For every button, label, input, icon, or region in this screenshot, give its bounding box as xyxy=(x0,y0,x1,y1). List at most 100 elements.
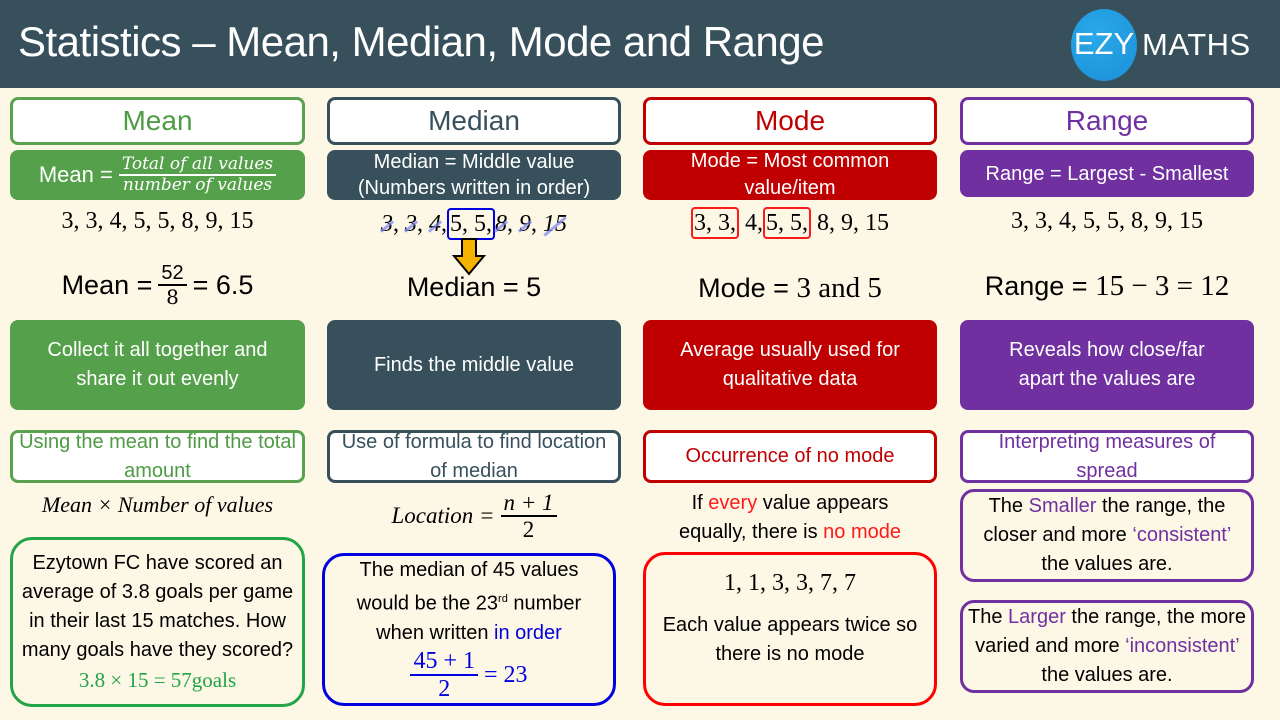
median-example-line1: The median of 45 values xyxy=(359,559,579,582)
down-arrow-icon xyxy=(452,238,486,276)
median-example-line2: would be the 23rd number xyxy=(357,585,581,619)
range-smaller-part: The xyxy=(988,495,1029,517)
range-smaller-text: The Smaller the range, the closer and mo… xyxy=(967,492,1247,579)
median-result: Median = 5 xyxy=(327,272,621,303)
range-heading: Range xyxy=(960,97,1254,145)
mean-result: Mean = 52 8 = 6.5 xyxy=(10,262,305,308)
mode-data-end: 8, 9, 15 xyxy=(811,210,889,236)
median-example-fraction: 45 + 1 2 xyxy=(410,648,478,703)
range-larger-keyword: Larger xyxy=(1008,606,1066,628)
median-data-list: 3, 3, 4, 5, 5, 8, 9, 15 xyxy=(327,208,621,240)
range-description: Reveals how close/far apart the values a… xyxy=(960,320,1254,410)
mode-subheading: Occurrence of no mode xyxy=(643,430,937,483)
range-smaller-part: the values are. xyxy=(1041,553,1173,575)
median-formula-denominator: 2 xyxy=(522,517,535,543)
mode-result-label: Mode = xyxy=(698,273,789,303)
header-bar: Statistics – Mean, Median, Mode and Rang… xyxy=(0,0,1280,88)
median-example-result: = 23 xyxy=(484,661,528,688)
median-value-crossed: 4 xyxy=(429,211,441,237)
median-example-card: The median of 45 values would be the 23r… xyxy=(322,553,616,706)
range-larger-part: the values are. xyxy=(1041,664,1173,686)
mode-highlight-box: 3, 3, xyxy=(691,207,739,239)
mean-result-numerator: 52 xyxy=(158,262,187,286)
mode-rule-no-mode: no mode xyxy=(823,521,901,543)
mean-def-denominator: number of values xyxy=(122,175,273,195)
mean-def-numerator: Total of all values xyxy=(118,155,277,176)
mean-def-fraction: Total of all values number of values xyxy=(118,155,277,195)
median-def-line1: Median = Middle value xyxy=(373,151,575,173)
median-example-sup: rd xyxy=(498,593,508,606)
mode-highlight-box: 5, 5, xyxy=(763,207,811,239)
mean-subheading: Using the mean to find the total amount xyxy=(10,430,305,483)
mean-example-answer: 3.8 × 15 = 57goals xyxy=(79,665,236,695)
mode-heading: Mode xyxy=(643,97,937,145)
range-result-label: Range = xyxy=(984,271,1088,301)
mean-result-label: Mean = xyxy=(61,269,153,300)
median-value-crossed: 3 xyxy=(381,211,393,237)
median-example-numerator: 45 + 1 xyxy=(410,648,478,677)
median-formula-label: Location = xyxy=(391,503,495,529)
median-subheading: Use of formula to find location of media… xyxy=(327,430,621,483)
median-example-line2-text: would be the 23 xyxy=(356,592,499,615)
mean-result-denominator: 8 xyxy=(166,285,179,309)
mean-example-text: Ezytown FC have scored an average of 3.8… xyxy=(21,552,294,661)
range-consistent-keyword: ‘consistent’ xyxy=(1132,524,1231,546)
mean-result-value: = 6.5 xyxy=(192,269,254,300)
mean-heading: Mean xyxy=(10,97,305,145)
mode-example-data: 1, 1, 3, 3, 7, 7 xyxy=(724,570,856,596)
mode-description: Average usually used for qualitative dat… xyxy=(643,320,937,410)
logo-ezy: EZY xyxy=(1073,26,1135,61)
mean-description: Collect it all together and share it out… xyxy=(10,320,305,410)
mode-example-text: Each value appears twice so there is no … xyxy=(662,614,918,665)
mode-rule-text: If xyxy=(691,492,709,514)
median-value-crossed: 15 xyxy=(543,211,567,237)
mode-example-card: 1, 1, 3, 3, 7, 7 Each value appears twic… xyxy=(643,552,937,706)
median-def-line2: (Numbers written in order) xyxy=(357,177,591,199)
range-smaller-keyword: Smaller xyxy=(1028,495,1097,517)
mean-def-label: Mean = xyxy=(38,162,113,187)
logo-maths: MATHS xyxy=(1142,27,1251,62)
median-example-denominator: 2 xyxy=(438,676,451,703)
median-example-line2-end: number xyxy=(507,592,582,615)
range-inconsistent-keyword: ‘inconsistent’ xyxy=(1125,635,1239,657)
mean-total-formula: Mean × Number of values xyxy=(41,492,274,517)
median-result-value: 5 xyxy=(526,272,542,302)
mode-data-mid: 4, xyxy=(739,210,763,236)
median-location-formula: Location = n + 1 2 xyxy=(327,490,621,543)
range-smaller-card: The Smaller the range, the closer and mo… xyxy=(960,489,1254,582)
median-example-calc: 45 + 1 2 = 23 xyxy=(410,648,528,703)
mode-result-value: 3 and 5 xyxy=(796,272,882,304)
median-example-line3-text: when written xyxy=(376,621,495,644)
range-definition: Range = Largest - Smallest xyxy=(960,150,1254,197)
mode-rule-every: every xyxy=(708,492,758,514)
median-result-label: Median = xyxy=(406,272,519,302)
median-description: Finds the middle value xyxy=(327,320,621,410)
mode-def-line2: value/item xyxy=(744,177,836,199)
range-larger-text: The Larger the range, the more varied an… xyxy=(967,603,1247,690)
range-larger-card: The Larger the range, the more varied an… xyxy=(960,600,1254,693)
median-heading: Median xyxy=(327,97,621,145)
median-definition: Median = Middle value (Numbers written i… xyxy=(327,150,621,200)
median-formula-numerator: n + 1 xyxy=(500,490,557,518)
range-result: Range = 15 − 3 = 12 xyxy=(955,270,1259,303)
mean-example-card: Ezytown FC have scored an average of 3.8… xyxy=(10,537,305,707)
mean-result-fraction: 52 8 xyxy=(158,262,187,309)
mean-example-answer-text: 3.8 × 15 = 57goals xyxy=(78,668,237,692)
median-value-crossed: 8 xyxy=(495,211,507,237)
median-value-crossed: 3 xyxy=(405,211,417,237)
range-subheading: Interpreting measures of spread xyxy=(960,430,1254,483)
median-example-line3: when written in order xyxy=(376,619,562,648)
page-title: Statistics – Mean, Median, Mode and Rang… xyxy=(18,18,824,65)
mode-def-line1: Mode = Most common xyxy=(690,150,890,172)
mean-definition: Mean = Total of all values number of val… xyxy=(10,150,305,200)
range-result-value: 15 − 3 = 12 xyxy=(1095,270,1230,302)
median-value-crossed: 9 xyxy=(519,211,531,237)
median-example-in-order: in order xyxy=(494,621,562,644)
mode-result: Mode = 3 and 5 xyxy=(643,272,937,305)
median-highlight-box: 5, 5, xyxy=(447,208,495,240)
range-data-list: 3, 3, 4, 5, 5, 8, 9, 15 xyxy=(1011,208,1203,234)
mean-data-list: 3, 3, 4, 5, 5, 8, 9, 15 xyxy=(61,208,254,234)
mode-no-mode-rule: If every value appears equally, there is… xyxy=(643,489,937,547)
mode-data-list: 3, 3, 4, 5, 5, 8, 9, 15 xyxy=(643,207,937,239)
mode-definition: Mode = Most common value/item xyxy=(643,150,937,200)
